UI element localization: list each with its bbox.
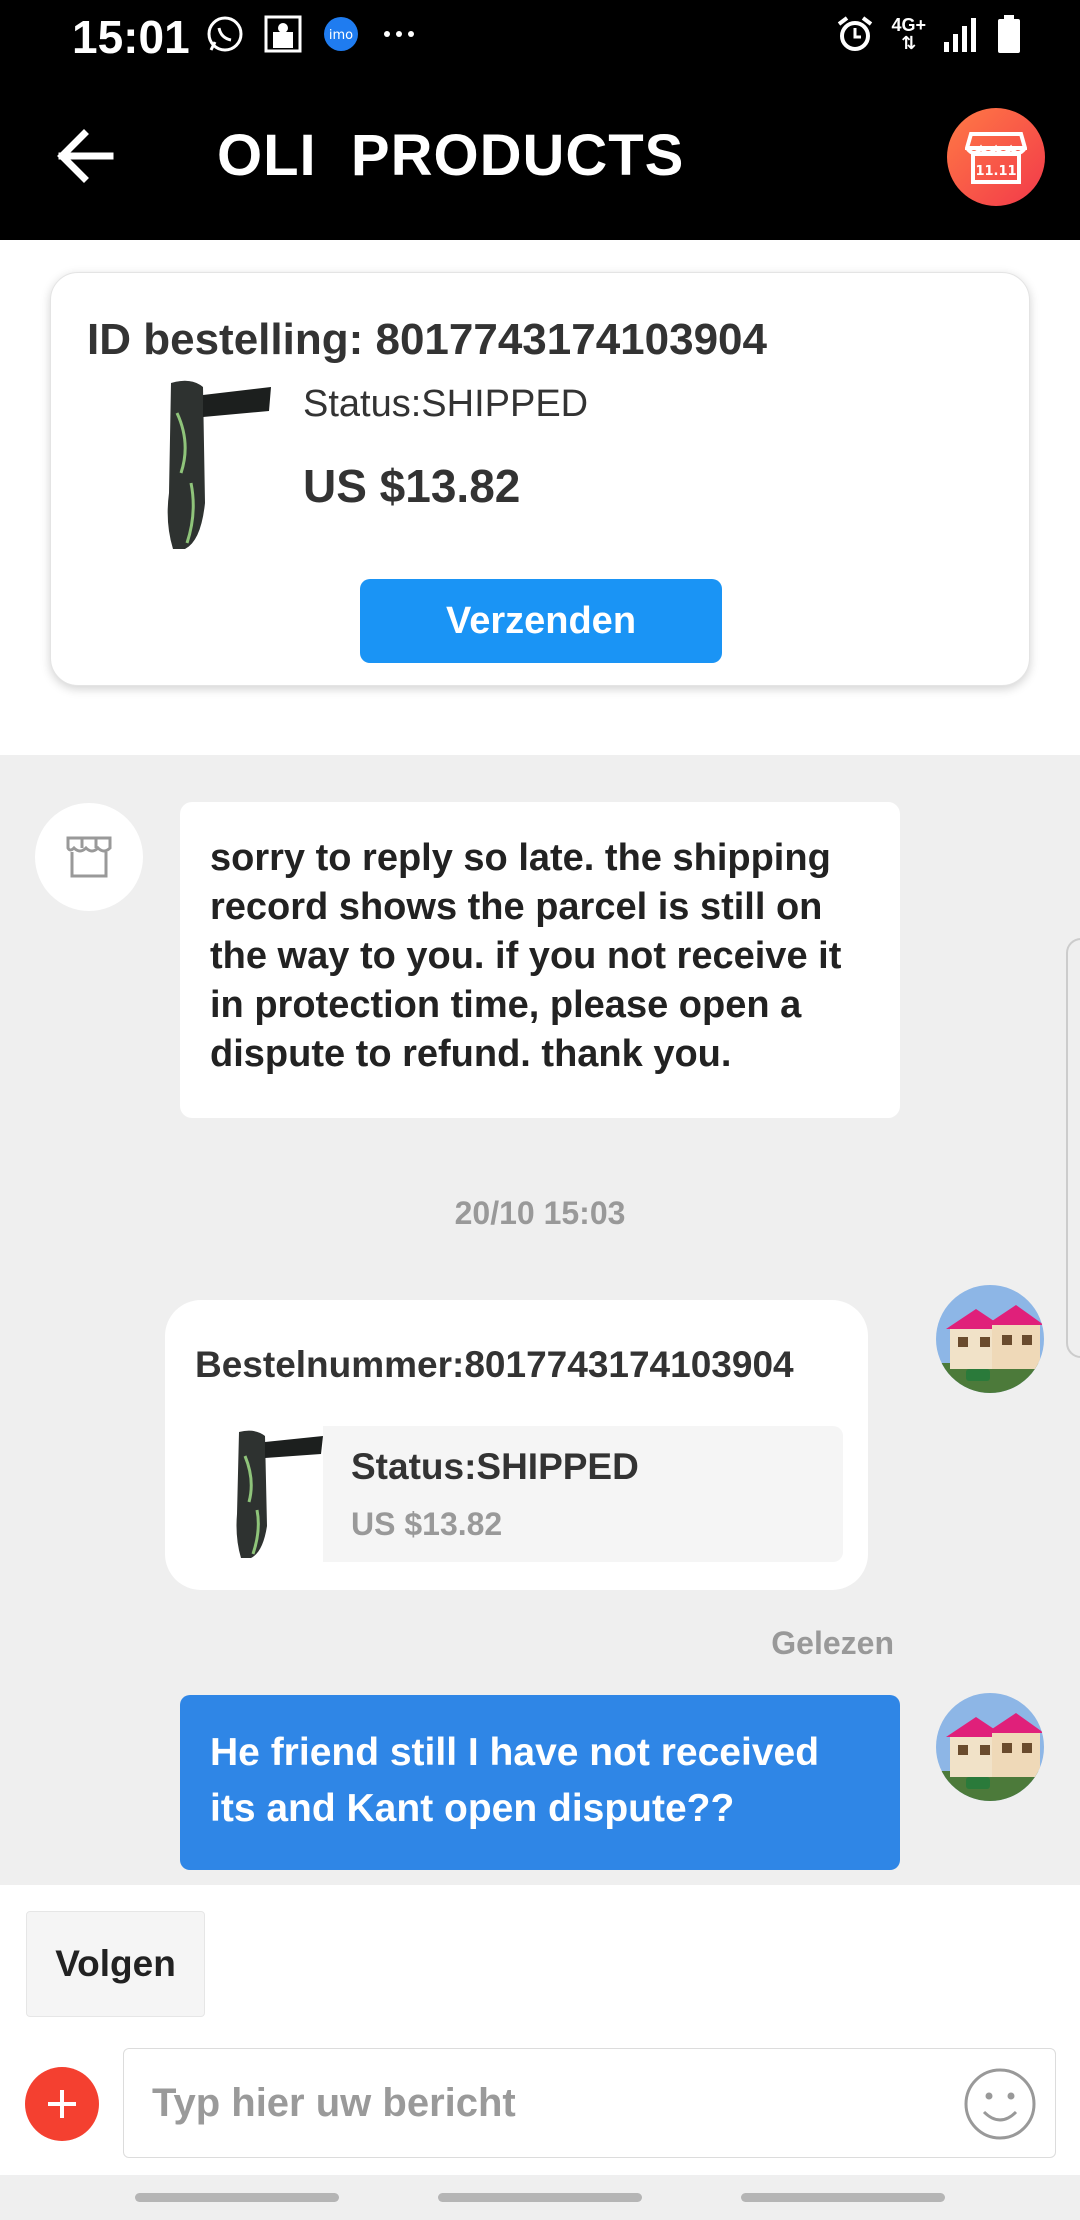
- shop-title: OLI PRODUCTS: [217, 123, 685, 188]
- read-receipt: Gelezen: [771, 1625, 894, 1661]
- notification-icons: imo: [205, 14, 419, 54]
- signal-icon: [944, 18, 976, 52]
- order-message-price: US $13.82: [351, 1506, 503, 1542]
- order-price: US $13.82: [303, 460, 521, 512]
- alarm-icon: [838, 16, 873, 51]
- send-order-button[interactable]: Verzenden: [360, 579, 722, 663]
- order-number: Bestelnummer:8017743174103904: [195, 1344, 794, 1385]
- svg-text:11.11: 11.11: [975, 164, 1016, 179]
- storefront-icon: [66, 836, 112, 878]
- order-message-product[interactable]: Status:SHIPPED US $13.82: [223, 1426, 843, 1562]
- system-icons: 4G+ ⇅: [835, 14, 1022, 54]
- svg-text:imo: imo: [329, 28, 353, 43]
- incoming-message: sorry to reply so late. the shipping rec…: [180, 802, 900, 1118]
- user-avatar[interactable]: [936, 1285, 1044, 1393]
- nav-back-button[interactable]: [741, 2193, 945, 2202]
- house-avatar-image: [936, 1285, 1044, 1393]
- store-button[interactable]: 11.11: [947, 108, 1045, 206]
- plus-icon: [48, 2090, 76, 2118]
- emoji-icon[interactable]: [962, 2066, 1038, 2142]
- nav-home-button[interactable]: [438, 2193, 642, 2202]
- product-thumbnail: [223, 1426, 323, 1562]
- imo-icon: imo: [324, 17, 358, 51]
- order-status: Status:SHIPPED: [303, 383, 589, 425]
- chat-header: OLI PRODUCTS 11.11: [0, 72, 1080, 240]
- store-icon: 11.11: [965, 132, 1027, 184]
- scroll-handle[interactable]: [1066, 938, 1080, 1358]
- shop-avatar[interactable]: [35, 803, 143, 911]
- status-bar: 15:01 imo 4G+ ⇅: [0, 0, 1080, 72]
- order-id: ID bestelling: 8017743174103904: [87, 315, 768, 364]
- message-input[interactable]: [123, 2048, 1056, 2158]
- add-attachment-button[interactable]: [25, 2067, 99, 2141]
- battery-icon: [998, 15, 1020, 53]
- mosque-app-icon: [264, 15, 302, 53]
- message-timestamp: 20/10 15:03: [454, 1195, 626, 1231]
- order-message-bubble[interactable]: Bestelnummer:8017743174103904 Status:SHI…: [165, 1300, 868, 1590]
- house-avatar-image: [936, 1693, 1044, 1801]
- order-card[interactable]: ID bestelling: 8017743174103904 Status:S…: [50, 272, 1030, 686]
- product-thumbnail: [167, 380, 271, 549]
- outgoing-message: He friend still I have not received its …: [180, 1695, 900, 1870]
- message-composer: Volgen: [0, 1885, 1080, 2175]
- back-arrow-icon[interactable]: [50, 126, 120, 186]
- user-avatar[interactable]: [936, 1693, 1044, 1801]
- chat-messages[interactable]: sorry to reply so late. the shipping rec…: [0, 755, 1080, 1885]
- order-message-status: Status:SHIPPED: [351, 1446, 639, 1487]
- system-nav-bar: [0, 2175, 1080, 2220]
- more-notifications-icon: [384, 31, 414, 37]
- network-type-icon: 4G+ ⇅: [891, 15, 926, 53]
- order-summary-area: ID bestelling: 8017743174103904 Status:S…: [0, 240, 1080, 755]
- nav-recents-button[interactable]: [135, 2193, 339, 2202]
- status-time: 15:01: [72, 11, 190, 63]
- whatsapp-icon: [207, 16, 243, 52]
- follow-button[interactable]: Volgen: [26, 1911, 205, 2017]
